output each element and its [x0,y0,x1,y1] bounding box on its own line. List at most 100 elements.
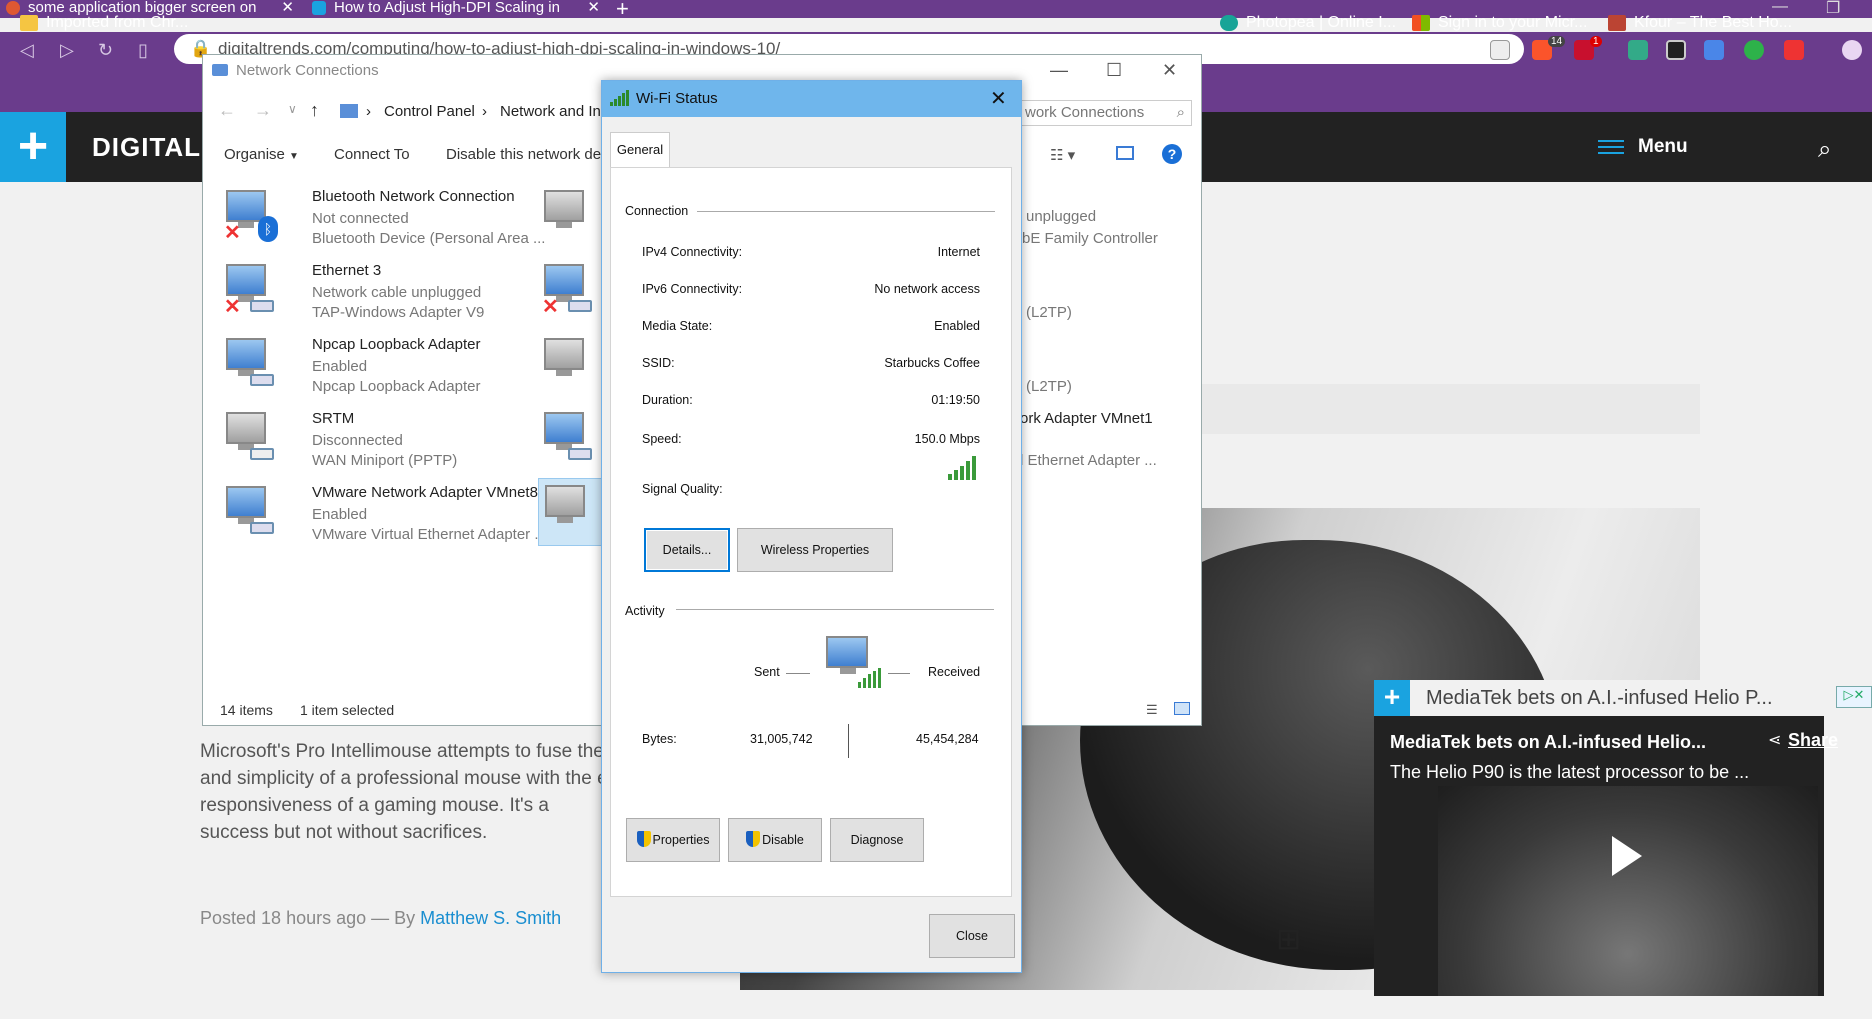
status-selection: 1 item selected [300,702,395,718]
extension-badge: 1 [1590,36,1602,47]
list-item[interactable]: SRTM Disconnected WAN Miniport (PPTP) [224,408,554,478]
divider [676,609,994,610]
download-icon[interactable] [1784,40,1804,60]
network-adapter-icon [224,482,276,540]
list-item[interactable]: ✕ ᛒ Bluetooth Network Connection Not conn… [224,186,554,256]
bookmark-label: Sign in to your Micr... [1438,14,1588,31]
uac-shield-icon [636,831,651,847]
tab-general[interactable]: General [610,132,670,168]
forward-icon[interactable]: ▷ [60,40,74,61]
wireless-properties-button[interactable]: Wireless Properties [737,528,893,572]
details-view-icon[interactable]: ☰ [1146,702,1158,718]
network-adapter-icon[interactable]: ✕ [542,260,594,318]
bookmark-kfour[interactable]: Kfour – The Best Ho... [1608,12,1792,34]
ad-choices-icon[interactable]: ▷✕ [1836,686,1872,708]
connect-to-button[interactable]: Connect To [334,146,410,163]
item-status-fragment: unplugged [1026,208,1097,225]
ipv6-value: No network access [874,282,980,296]
play-icon[interactable] [1612,836,1642,876]
list-item[interactable]: VMware Network Adapter VMnet8 Enabled VM… [224,482,554,552]
bytes-received-value: 45,454,284 [916,732,979,746]
maximize-button[interactable]: ☐ [1106,60,1122,81]
google-translate-icon[interactable] [1704,40,1724,60]
status-item-count: 14 items [220,702,273,718]
close-icon[interactable]: ✕ [281,0,294,16]
menu-button[interactable]: Menu [1598,136,1688,158]
close-icon[interactable]: ✕ [990,86,1007,111]
received-label: Received [928,665,981,679]
back-arrow-icon[interactable]: ← [218,100,236,121]
disable-label: Disable [762,833,804,847]
translate-icon[interactable] [1490,40,1510,60]
window-title: Network Connections [212,62,379,79]
back-icon[interactable]: ◁ [20,40,34,61]
disable-button[interactable]: Disable [728,818,822,862]
cable-icon [250,522,274,534]
diagnose-button[interactable]: Diagnose [830,818,924,862]
microsoft-icon [1412,15,1430,31]
forward-arrow-icon[interactable]: → [254,100,272,121]
ipv4-value: Internet [937,245,980,259]
restore-icon[interactable]: ❐ [1826,0,1840,18]
minimize-button[interactable]: — [1050,60,1068,81]
bookmark-microsoft[interactable]: Sign in to your Micr... [1412,12,1587,34]
up-arrow-icon[interactable]: ↑ [310,100,319,121]
item-status: Enabled [312,506,368,523]
preview-pane-icon[interactable] [1116,146,1134,160]
selected-wifi-item[interactable] [538,478,602,546]
author-link[interactable]: Matthew S. Smith [420,908,561,928]
bookmark-icon[interactable]: ▯ [138,40,148,61]
item-name: Ethernet 3 [312,262,382,279]
profile-avatar[interactable] [1842,40,1862,60]
details-button[interactable]: Details... [644,528,730,572]
video-title: MediaTek bets on A.I.-infused Helio... [1390,732,1707,752]
browser-tab-active[interactable]: How to Adjust High-DPI Scaling in ✕ [306,0,606,18]
speed-label: Speed: [642,432,682,446]
item-device: Npcap Loopback Adapter [312,378,481,395]
network-adapter-icon[interactable] [542,408,594,466]
properties-button[interactable]: Properties [626,818,720,862]
extension-badge: 14 [1548,36,1566,47]
organise-menu[interactable]: Organise ▼ [224,146,299,163]
bookmark-imported[interactable]: Imported from Chr... [20,12,188,34]
breadcrumb-network[interactable]: Network and In [500,103,601,120]
recent-chevron-icon[interactable]: ∨ [288,102,297,116]
network-adapter-icon[interactable] [542,186,594,244]
share-button[interactable]: Share [1788,730,1838,751]
list-item[interactable]: Npcap Loopback Adapter Enabled Npcap Loo… [224,334,554,404]
evernote-icon[interactable] [1744,40,1764,60]
search-icon[interactable]: ⌕ [1818,136,1831,164]
close-icon[interactable]: ✕ [587,0,600,16]
bytes-sent-value: 31,005,742 [750,732,813,746]
item-device: WAN Miniport (PPTP) [312,452,458,469]
digitaltrends-logo[interactable]: + [0,112,66,182]
network-adapter-icon[interactable] [542,334,594,392]
disable-network-button[interactable]: Disable this network de [446,146,601,163]
media-state-label: Media State: [642,319,713,333]
large-icons-view-icon[interactable] [1174,702,1190,715]
cable-icon [250,374,274,386]
breadcrumb-control-panel[interactable]: Control Panel [384,103,475,120]
list-item[interactable]: ✕ Ethernet 3 Network cable unplugged TAP… [224,260,554,330]
view-options-icon[interactable]: ☷ ▾ [1050,146,1075,164]
reload-icon[interactable]: ↻ [98,40,113,61]
item-device: VMware Virtual Ethernet Adapter ... [312,526,547,543]
ipv6-label: IPv6 Connectivity: [642,282,743,296]
network-folder-icon [212,64,228,76]
error-x-icon: ✕ [224,222,241,244]
activity-group-label: Activity [625,604,665,618]
bookmark-label: Kfour – The Best Ho... [1634,14,1793,31]
close-button[interactable]: ✕ [1162,60,1177,81]
help-icon[interactable]: ? [1162,144,1182,164]
share-icon: ⋖ [1768,732,1782,749]
search-input[interactable]: work Connections ⌕ [1020,100,1192,126]
close-button[interactable]: Close [929,914,1015,958]
item-status: Not connected [312,210,409,227]
cast-icon[interactable] [1666,40,1686,60]
bookmark-photopea[interactable]: Photopea | Online I... [1220,12,1396,34]
video-thumbnail [1438,786,1818,996]
globe-extension-icon[interactable] [1628,40,1648,60]
new-tab-button[interactable]: + [616,0,629,22]
item-name: VMware Network Adapter VMnet8 [312,484,538,501]
received-line [888,673,910,674]
